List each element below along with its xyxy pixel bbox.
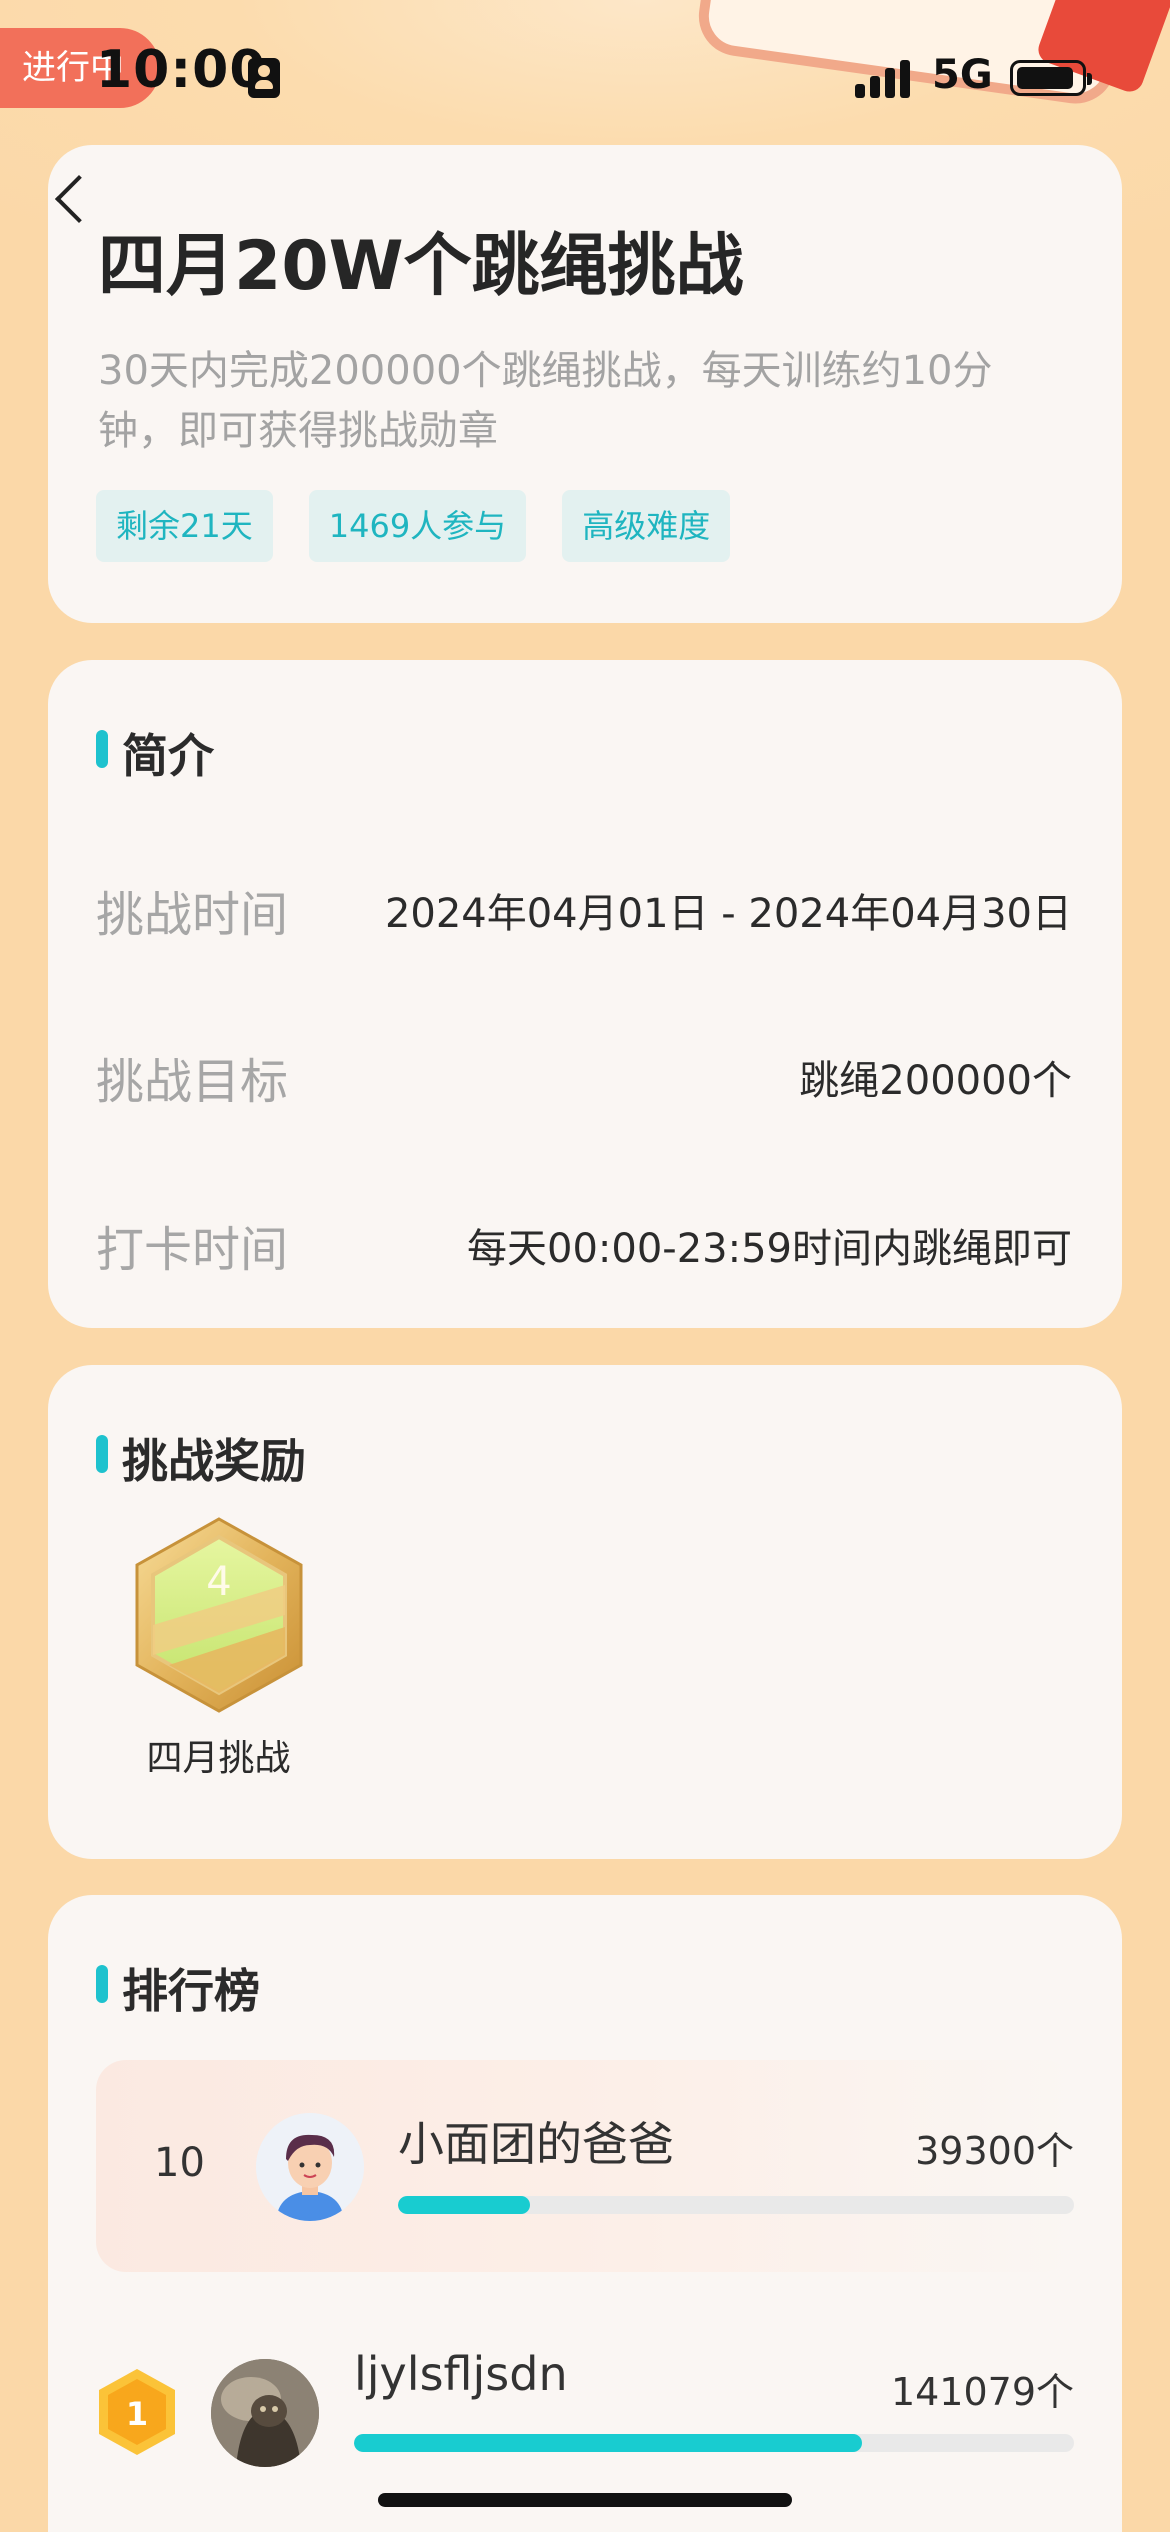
user-avatar-icon [256,2113,364,2221]
info-label: 挑战目标 [96,1054,289,1110]
reward-badge[interactable]: 4 四月挑战 [96,1515,341,1781]
svg-text:1: 1 [126,2395,148,2433]
page-title: 四月20W个跳绳挑战 [98,227,744,306]
progress-fill [398,2196,531,2214]
intro-card: 简介 挑战时间 2024年04月01日 - 2024年04月30日 挑战目标 跳… [48,660,1122,1328]
info-row-time: 挑战时间 2024年04月01日 - 2024年04月30日 [96,875,1120,945]
progress-bar [354,2434,1074,2452]
back-chevron-icon[interactable] [50,170,90,230]
info-value: 2024年04月01日 - 2024年04月30日 [384,891,1072,937]
my-rank-row[interactable]: 10 小面团的爸爸 39300个 [96,2060,1074,2272]
info-value: 每天00:00-23:59时间内跳绳即可 [467,1226,1072,1272]
tag-difficulty: 高级难度 [562,490,731,562]
info-row-checkin: 打卡时间 每天00:00-23:59时间内跳绳即可 [96,1210,1120,1280]
progress-bar [398,2196,1074,2214]
avatar [211,2359,319,2467]
rank-number: 10 [154,2140,205,2186]
info-label: 挑战时间 [96,887,289,943]
challenge-tags: 剩余21天 1469人参与 高级难度 [96,490,731,562]
challenge-header-card: 四月20W个跳绳挑战 30天内完成200000个跳绳挑战，每天训练约10分钟，即… [48,145,1122,623]
progress-fill [354,2434,862,2452]
badge-name: 四月挑战 [146,1738,291,1779]
contact-card-icon [248,58,280,98]
cellular-signal-icon [855,58,915,98]
user-name: 小面团的爸爸 [398,2117,674,2171]
info-label: 打卡时间 [96,1222,289,1278]
section-title-intro: 简介 [96,720,214,786]
clock-time: 10:00 [96,40,267,100]
medal-badge-icon: 4 [135,1517,302,1713]
user-name: ljylsfljsdn [354,2347,568,2401]
jump-count: 39300个 [915,2129,1074,2173]
user-photo-avatar [211,2359,319,2467]
info-row-goal: 挑战目标 跳绳200000个 [96,1042,1120,1112]
tag-participants: 1469人参与 [308,490,527,562]
avatar [256,2113,364,2221]
section-title-reward: 挑战奖励 [96,1425,306,1491]
battery-icon [1010,60,1092,96]
ranking-row[interactable]: 1 ljylsfljsdn 141079个 [96,2347,1074,2487]
ranking-card: 排行榜 10 小面团的爸爸 39300个 1 ljylsfljsdn 14107… [48,1895,1122,2532]
tag-remaining-days: 剩余21天 [96,490,273,562]
svg-text:4: 4 [206,1559,231,1605]
reward-card: 挑战奖励 4 四月挑战 [48,1365,1122,1859]
network-type: 5G [932,52,993,98]
home-indicator[interactable] [378,2493,792,2507]
section-title-ranking: 排行榜 [96,1955,260,2021]
info-value: 跳绳200000个 [799,1058,1072,1104]
jump-count: 141079个 [890,2370,1074,2414]
status-bar: 进行中 10:00 5G [0,0,1170,130]
challenge-description: 30天内完成200000个跳绳挑战，每天训练约10分钟，即可获得挑战勋章 [98,348,993,454]
gold-rank-badge-icon: 1 [99,2369,175,2455]
